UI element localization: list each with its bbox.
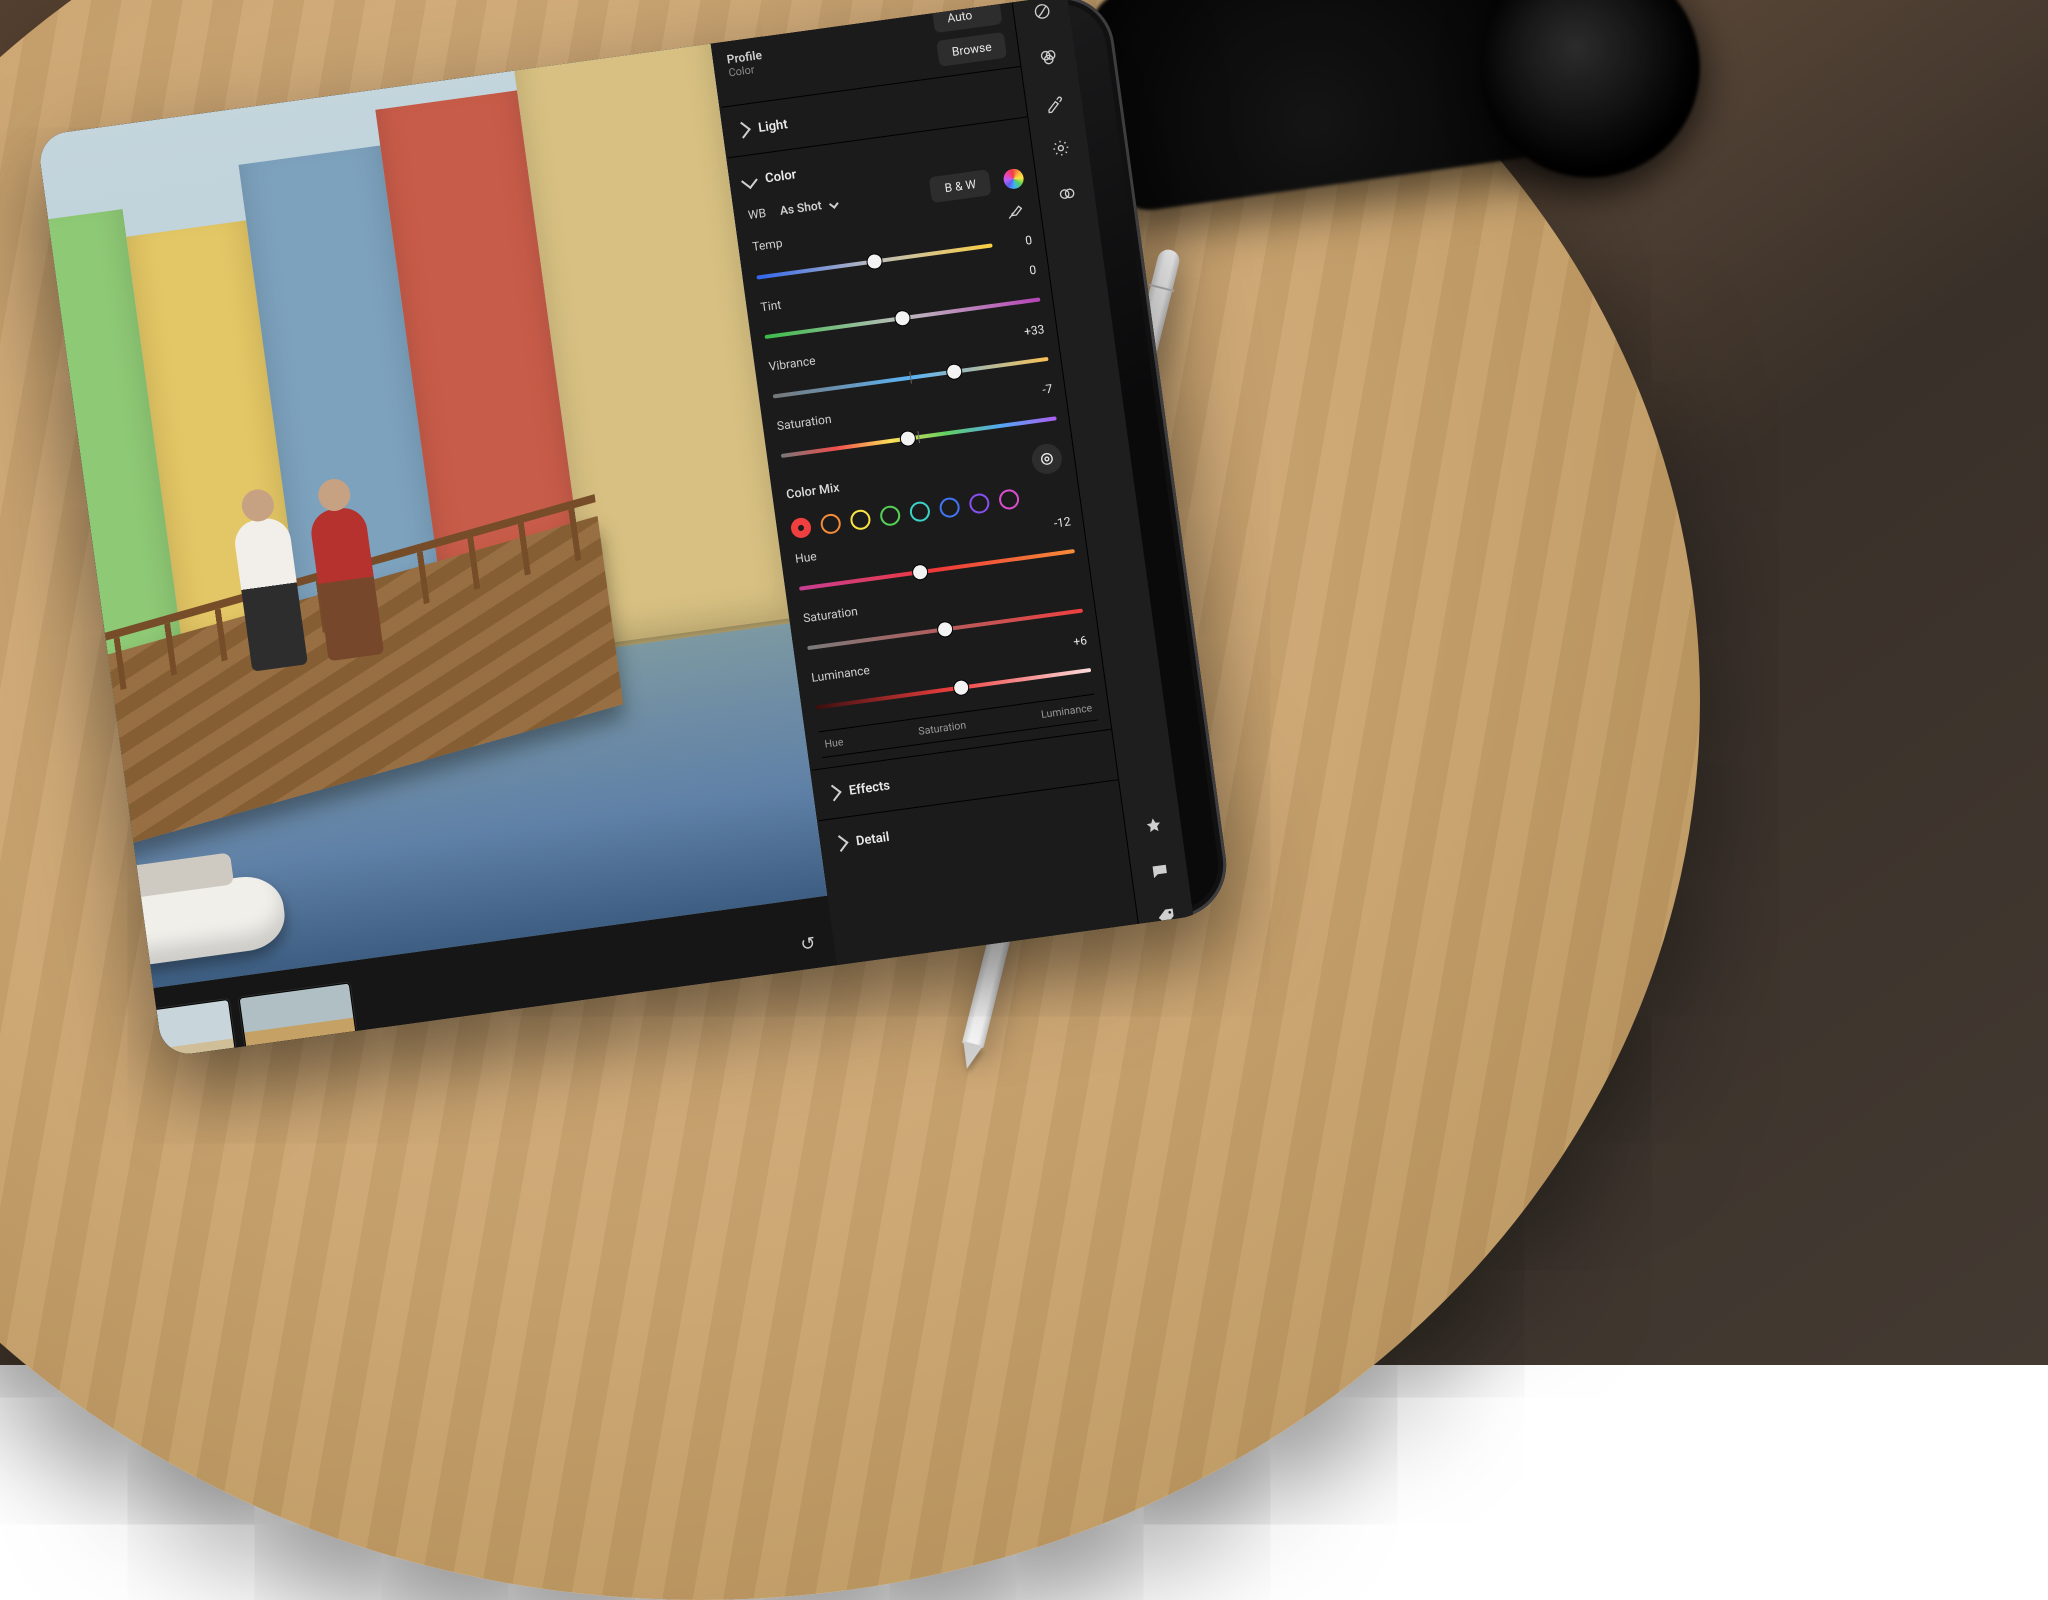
browse-profiles-button[interactable]: Browse	[936, 32, 1007, 67]
targeted-adjust-icon[interactable]	[1030, 442, 1064, 476]
slider-vibrance-label: Vibrance	[768, 354, 816, 374]
chevron-right-icon	[734, 122, 751, 139]
slider-saturation-value: -7	[1022, 382, 1054, 400]
mixer-tab-lum[interactable]: Luminance	[1040, 701, 1093, 721]
mixer-tab-sat[interactable]: Saturation	[918, 718, 967, 737]
masking-icon[interactable]	[1052, 179, 1081, 208]
swatch-red[interactable]	[790, 517, 813, 540]
chevron-down-icon	[829, 199, 839, 209]
mix-lum-label: Luminance	[811, 663, 871, 685]
scene-background: ↺ EDIT	[0, 0, 2048, 1365]
wb-label: WB	[747, 206, 767, 222]
mix-lum-value: +6	[1056, 633, 1088, 651]
swatch-yellow[interactable]	[849, 509, 872, 532]
color-mix-label: Color Mix	[785, 480, 840, 502]
wb-preset[interactable]: As Shot	[779, 196, 838, 218]
reset-icon[interactable]: ↺	[799, 933, 817, 956]
color-grading-icon[interactable]	[1033, 42, 1062, 71]
swatch-orange[interactable]	[819, 513, 842, 536]
eyedropper-icon[interactable]	[1000, 196, 1029, 225]
mix-sat-label: Saturation	[802, 604, 858, 625]
slider-temp-label: Temp	[751, 236, 783, 254]
photo-canvas-area: ↺	[37, 0, 846, 1057]
tone-curve-icon[interactable]	[1027, 0, 1056, 26]
mix-sat-value	[1049, 581, 1079, 585]
section-detail-label: Detail	[855, 829, 890, 848]
swatch-magenta[interactable]	[998, 488, 1021, 511]
comments-icon[interactable]	[1145, 857, 1174, 886]
bw-toggle[interactable]: B & W	[929, 169, 992, 203]
swatch-blue[interactable]	[938, 496, 961, 519]
radial-filter-icon[interactable]	[1046, 134, 1075, 163]
swatch-aqua[interactable]	[909, 500, 932, 523]
chevron-right-icon	[832, 835, 849, 852]
swatch-purple[interactable]	[968, 492, 991, 515]
section-color-label: Color	[764, 167, 797, 186]
section-light-label: Light	[757, 117, 788, 136]
slider-tint-value: 0	[1005, 263, 1037, 281]
slider-temp-value: 0	[1001, 233, 1033, 251]
slider-vibrance-value: +33	[1014, 322, 1046, 340]
photo-canvas[interactable]	[37, 0, 827, 1045]
rate-star-icon[interactable]	[1139, 811, 1168, 840]
healing-brush-icon[interactable]	[1039, 88, 1068, 117]
mixer-tab-hue[interactable]: Hue	[824, 735, 844, 750]
swatch-green[interactable]	[879, 504, 902, 527]
slider-tint-label: Tint	[760, 298, 782, 315]
slider-saturation-label: Saturation	[776, 412, 832, 433]
app-screen: ↺ EDIT	[37, 0, 1203, 1057]
chevron-right-icon	[825, 785, 842, 802]
tablet-bezel: ↺ EDIT	[37, 0, 1233, 1057]
mix-hue-value: -12	[1040, 514, 1072, 532]
chevron-down-icon	[741, 172, 758, 189]
tablet-device: ↺ EDIT	[37, 0, 1233, 1057]
section-effects-label: Effects	[848, 778, 891, 798]
color-wheel-icon[interactable]	[1002, 168, 1025, 191]
mix-hue-label: Hue	[794, 549, 817, 566]
